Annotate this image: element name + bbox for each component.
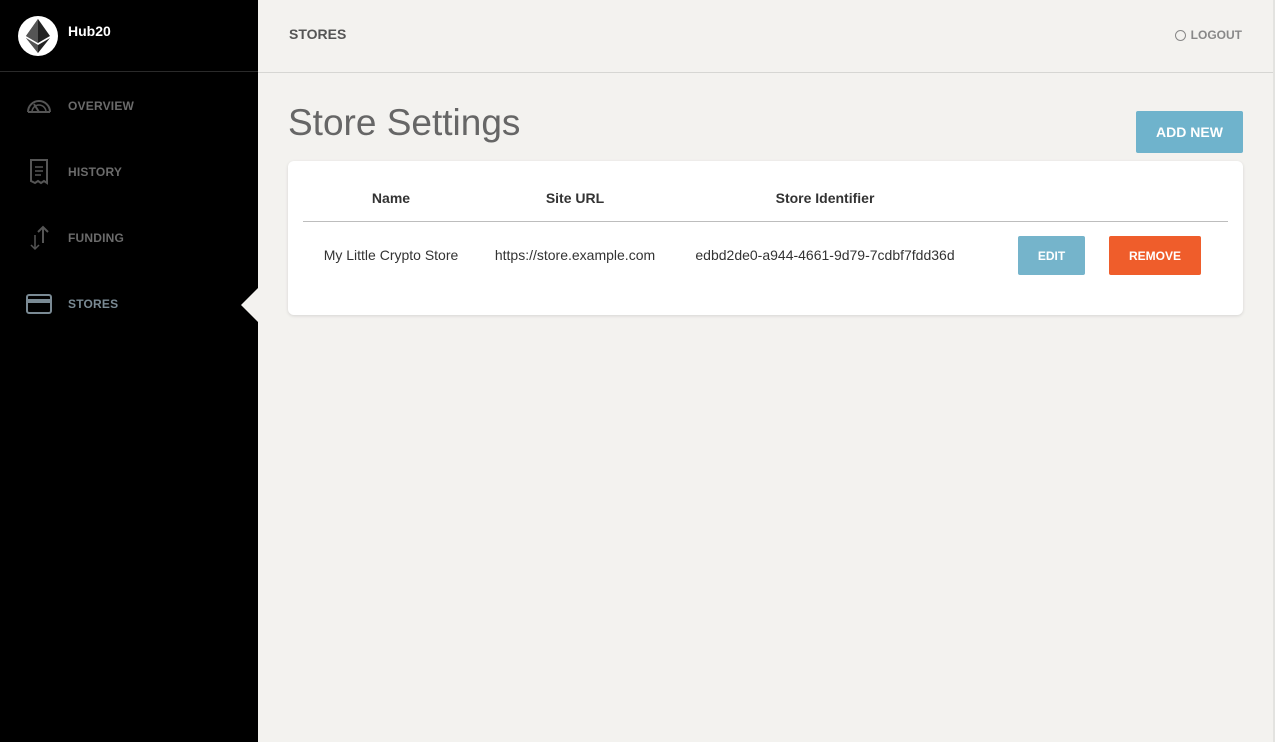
sidebar-item-stores[interactable]: STORES (0, 284, 258, 324)
column-header-store-identifier: Store Identifier (775, 190, 875, 206)
sidebar-item-overview[interactable]: OVERVIEW (0, 86, 258, 126)
site-url-cell: https://store.example.com (494, 247, 656, 263)
sidebar-item-label: HISTORY (68, 165, 123, 179)
brand-name: Hub20 (68, 22, 111, 39)
add-new-button[interactable]: ADD NEW (1136, 111, 1243, 153)
column-header-name: Name (371, 190, 411, 206)
sidebar-item-label: OVERVIEW (68, 99, 135, 113)
stores-table-card: Name Site URL Store Identifier My Little… (288, 161, 1243, 315)
sidebar: Hub20 OVERVIEW HISTORY FUNDING STORES (0, 0, 258, 742)
store-identifier-cell: edbd2de0-a944-4661-9d79-7cdbf7fdd36d (695, 247, 955, 263)
sidebar-item-funding[interactable]: FUNDING (0, 218, 258, 258)
logout-button[interactable]: LOGOUT (1174, 28, 1242, 42)
column-header-site-url: Site URL (545, 190, 605, 206)
logout-label: LOGOUT (1190, 28, 1242, 42)
header-divider (303, 221, 1228, 222)
credit-card-icon (26, 291, 52, 317)
store-name-cell: My Little Crypto Store (323, 247, 459, 263)
edit-button[interactable]: EDIT (1018, 236, 1085, 275)
breadcrumb: STORES (289, 26, 347, 42)
sidebar-item-history[interactable]: HISTORY (0, 152, 258, 192)
remove-button[interactable]: REMOVE (1109, 236, 1201, 275)
ethereum-logo-icon[interactable] (18, 15, 58, 56)
page-title: Store Settings (288, 102, 521, 143)
power-icon (1174, 29, 1186, 41)
sidebar-item-label: FUNDING (68, 231, 125, 245)
gauge-icon (26, 93, 52, 119)
receipt-icon (26, 159, 52, 185)
brand: Hub20 (0, 0, 258, 72)
sidebar-item-label: STORES (68, 297, 119, 311)
active-indicator (241, 288, 258, 322)
transfer-arrows-icon (26, 225, 52, 251)
top-bar: STORES LOGOUT (258, 0, 1275, 73)
